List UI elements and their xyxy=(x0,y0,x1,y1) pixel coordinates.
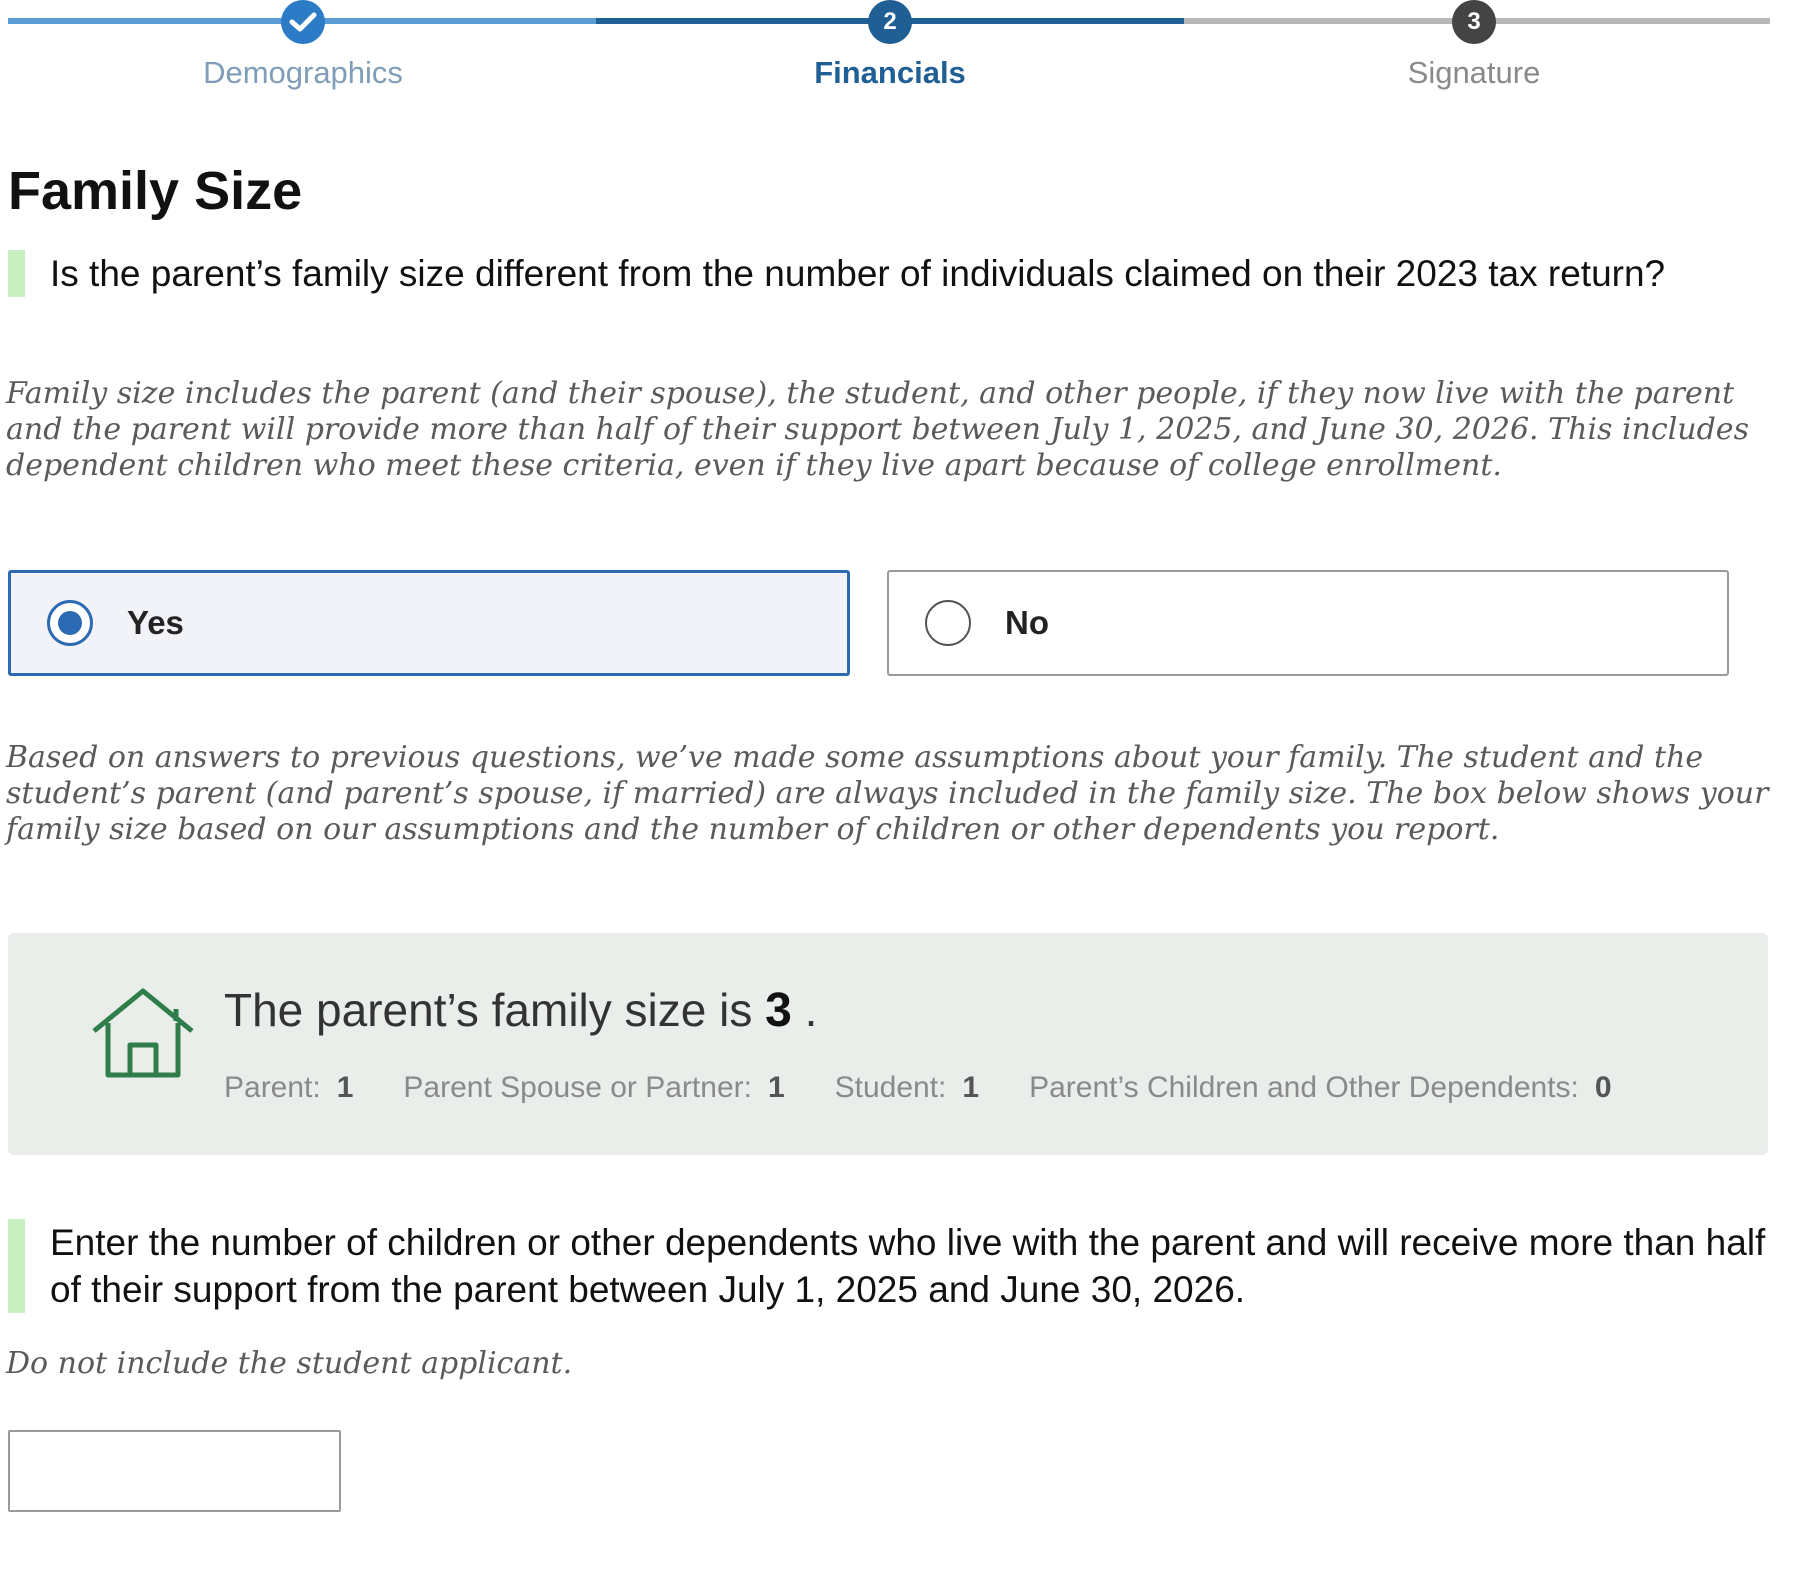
radio-label-no: No xyxy=(1005,604,1049,641)
breakdown-parent-spouse: Parent Spouse or Partner: 1 xyxy=(403,1071,784,1105)
step-number-financials: 2 xyxy=(868,0,912,44)
question2-hint: Do not include the student applicant. xyxy=(6,1346,573,1381)
dependents-count-input[interactable] xyxy=(8,1430,341,1512)
progress-stepper: 2 3 Demographics Financials Signature xyxy=(0,0,1810,110)
radio-option-yes[interactable]: Yes xyxy=(8,570,850,676)
step-number-signature: 3 xyxy=(1452,0,1496,44)
breakdown-parent: Parent: 1 xyxy=(224,1071,353,1105)
family-size-suffix: . xyxy=(804,984,818,1036)
page-title: Family Size xyxy=(8,161,303,221)
breakdown-value: 1 xyxy=(336,1071,354,1104)
breakdown-value: 0 xyxy=(1594,1071,1612,1104)
house-icon xyxy=(92,988,194,1078)
question-family-size-different: Is the parent’s family size different fr… xyxy=(8,250,1768,297)
question1-hint: Family size includes the parent (and the… xyxy=(6,376,1749,483)
breakdown-label: Parent’s Children and Other Dependents: xyxy=(1029,1071,1579,1104)
breakdown-label: Parent Spouse or Partner: xyxy=(403,1071,752,1104)
breakdown-student: Student: 1 xyxy=(835,1071,979,1105)
family-size-summary: The parent’s family size is 3 . Parent: 1… xyxy=(8,933,1768,1155)
radio-dot-icon xyxy=(58,611,82,635)
family-size-value: 3 xyxy=(765,984,792,1037)
radio-label-yes: Yes xyxy=(127,604,184,641)
family-size-page: 2 3 Demographics Financials Signature Fa… xyxy=(0,0,1810,1580)
step-label-financials: Financials xyxy=(814,55,966,90)
family-size-sentence: The parent’s family size is 3 . xyxy=(224,983,817,1038)
breakdown-label: Student: xyxy=(834,1071,947,1104)
assumptions-note: Based on answers to previous questions, … xyxy=(6,740,1769,847)
radio-selected-icon[interactable] xyxy=(47,600,93,646)
radio-option-no[interactable]: No xyxy=(887,570,1729,676)
step-label-signature: Signature xyxy=(1407,55,1541,90)
breakdown-dependents: Parent’s Children and Other Dependents: 0 xyxy=(1029,1071,1611,1105)
radio-unselected-icon[interactable] xyxy=(925,600,971,646)
breakdown-value: 1 xyxy=(767,1071,785,1104)
checkmark-icon xyxy=(289,12,317,32)
breakdown-value: 1 xyxy=(962,1071,980,1104)
family-size-prefix: The parent’s family size is xyxy=(224,984,753,1036)
family-size-breakdown: Parent: 1 Parent Spouse or Partner: 1 Stud… xyxy=(224,1071,1662,1105)
question-number-of-dependents: Enter the number of children or other de… xyxy=(8,1219,1768,1313)
breakdown-label: Parent: xyxy=(224,1071,321,1104)
step-label-demographics[interactable]: Demographics xyxy=(153,55,453,91)
step-complete-checkmark-icon xyxy=(281,0,325,44)
